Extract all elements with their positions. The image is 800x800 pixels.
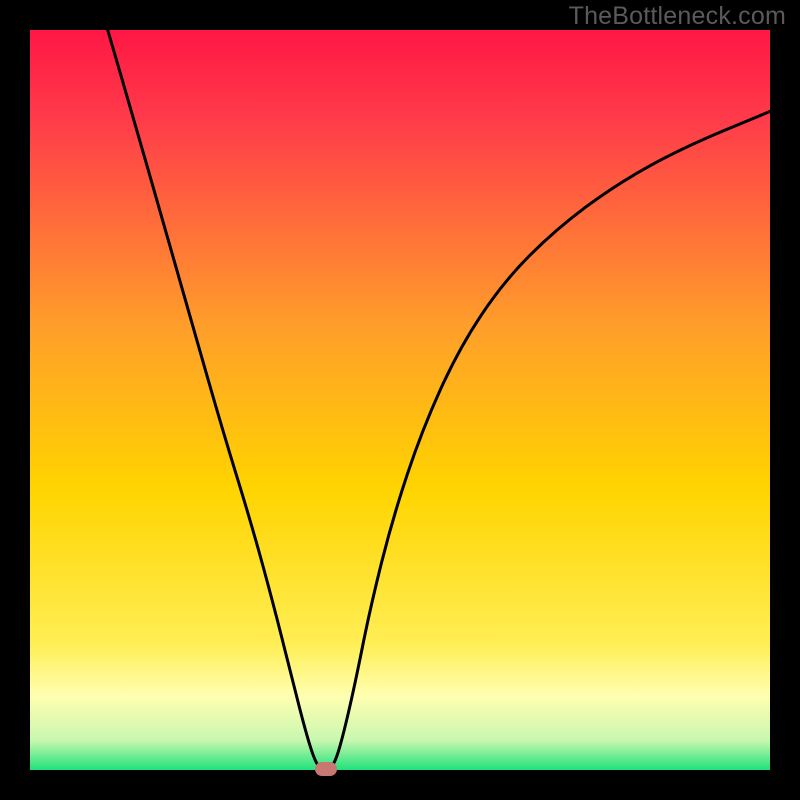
watermark-text: TheBottleneck.com (569, 2, 786, 31)
chart-background-gradient (30, 30, 770, 770)
optimal-point-marker (315, 762, 337, 776)
chart-frame: TheBottleneck.com (0, 0, 800, 800)
plot-area (30, 30, 770, 770)
